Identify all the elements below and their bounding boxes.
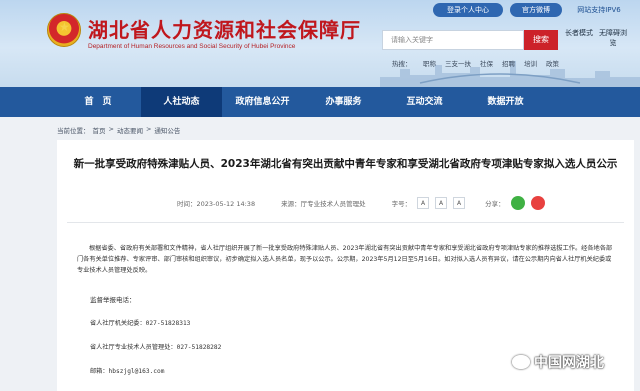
- font-small-button[interactable]: A: [453, 197, 466, 209]
- elder-mode-button[interactable]: 长者模式: [564, 28, 594, 38]
- breadcrumb-news[interactable]: 动态要闻: [117, 125, 143, 135]
- breadcrumb-notice[interactable]: 通知公告: [154, 125, 180, 135]
- divider: [67, 222, 624, 223]
- hot-search-label: 热搜：: [392, 60, 412, 68]
- nav-interaction[interactable]: 互动交流: [384, 87, 465, 117]
- weibo-button[interactable]: 官方微博: [510, 3, 562, 17]
- ipv6-badge: 网站支持IPV6: [577, 6, 621, 14]
- nav-open-data[interactable]: 数据开放: [465, 87, 546, 117]
- hot-word[interactable]: 三支一扶: [445, 58, 471, 68]
- search-button[interactable]: 搜索: [524, 30, 558, 50]
- breadcrumb-separator: >: [108, 125, 114, 133]
- site-subtitle: Department of Human Resources and Social…: [88, 43, 296, 50]
- contact-management: 省人社厅专业技术人员管理处：027-51828282: [90, 344, 222, 351]
- nav-home[interactable]: 首 页: [55, 87, 141, 117]
- hot-word[interactable]: 职称: [423, 58, 436, 68]
- site-header: ★ 湖北省人力资源和社会保障厅 Department of Human Reso…: [0, 0, 640, 87]
- search-input[interactable]: 请输入关键字: [382, 30, 524, 50]
- article-date: 时间：2023-05-12 14:38: [177, 200, 256, 208]
- breadcrumb-label: 当前位置：: [57, 127, 90, 135]
- hot-word[interactable]: 政策: [546, 58, 559, 68]
- breadcrumb: 当前位置： 首页 > 动态要闻 > 通知公告: [57, 125, 180, 135]
- nav-gov-info[interactable]: 政府信息公开: [222, 87, 303, 117]
- font-size-label: 字号：: [391, 200, 412, 208]
- site-title[interactable]: 湖北省人力资源和社会保障厅: [88, 14, 361, 43]
- article-body: 根据省委、省政府有关部署和文件精神，省人社厅组织开展了新一批享受政府特殊津贴人员…: [77, 245, 613, 274]
- breadcrumb-home[interactable]: 首页: [93, 125, 106, 135]
- article-title: 新一批享受政府特殊津贴人员、2023年湖北省有突出贡献中青年专家和享受湖北省政府…: [73, 158, 618, 170]
- nav-services[interactable]: 办事服务: [303, 87, 384, 117]
- watermark: 中国网湖北: [512, 352, 604, 372]
- hot-search-list: 职称 三支一扶 社保 招聘 培训 政策: [423, 58, 559, 68]
- weibo-share-icon[interactable]: [530, 196, 545, 210]
- national-emblem-logo[interactable]: ★: [47, 13, 81, 47]
- hot-word[interactable]: 培训: [524, 58, 537, 68]
- contact-email: 邮箱：hbszjgl@163.com: [90, 368, 165, 375]
- barrier-free-button[interactable]: 无障碍浏览: [598, 28, 628, 48]
- nav-hr-news[interactable]: 人社动态: [141, 87, 222, 117]
- hot-word[interactable]: 社保: [480, 58, 493, 68]
- font-large-button[interactable]: A: [417, 197, 430, 209]
- breadcrumb-separator: >: [145, 125, 152, 133]
- article-meta: 时间：2023-05-12 14:38 来源：厅专业技术人员管理处 字号： A …: [177, 196, 545, 210]
- share-label: 分享：: [485, 200, 505, 208]
- article-source: 来源：厅专业技术人员管理处: [281, 200, 366, 208]
- watermark-text: 中国网湖北: [534, 355, 604, 371]
- main-nav: 首 页 人社动态 政府信息公开 办事服务 互动交流 数据开放: [0, 87, 640, 117]
- wechat-share-icon[interactable]: [510, 196, 525, 210]
- font-medium-button[interactable]: A: [435, 197, 448, 209]
- supervise-label: 监督举报电话：: [90, 296, 136, 304]
- hot-word[interactable]: 招聘: [502, 58, 515, 68]
- login-button[interactable]: 登录个人中心: [433, 3, 503, 17]
- contact-discipline: 省人社厅机关纪委：027-51828313: [90, 320, 191, 327]
- wechat-watermark-icon: [512, 355, 530, 369]
